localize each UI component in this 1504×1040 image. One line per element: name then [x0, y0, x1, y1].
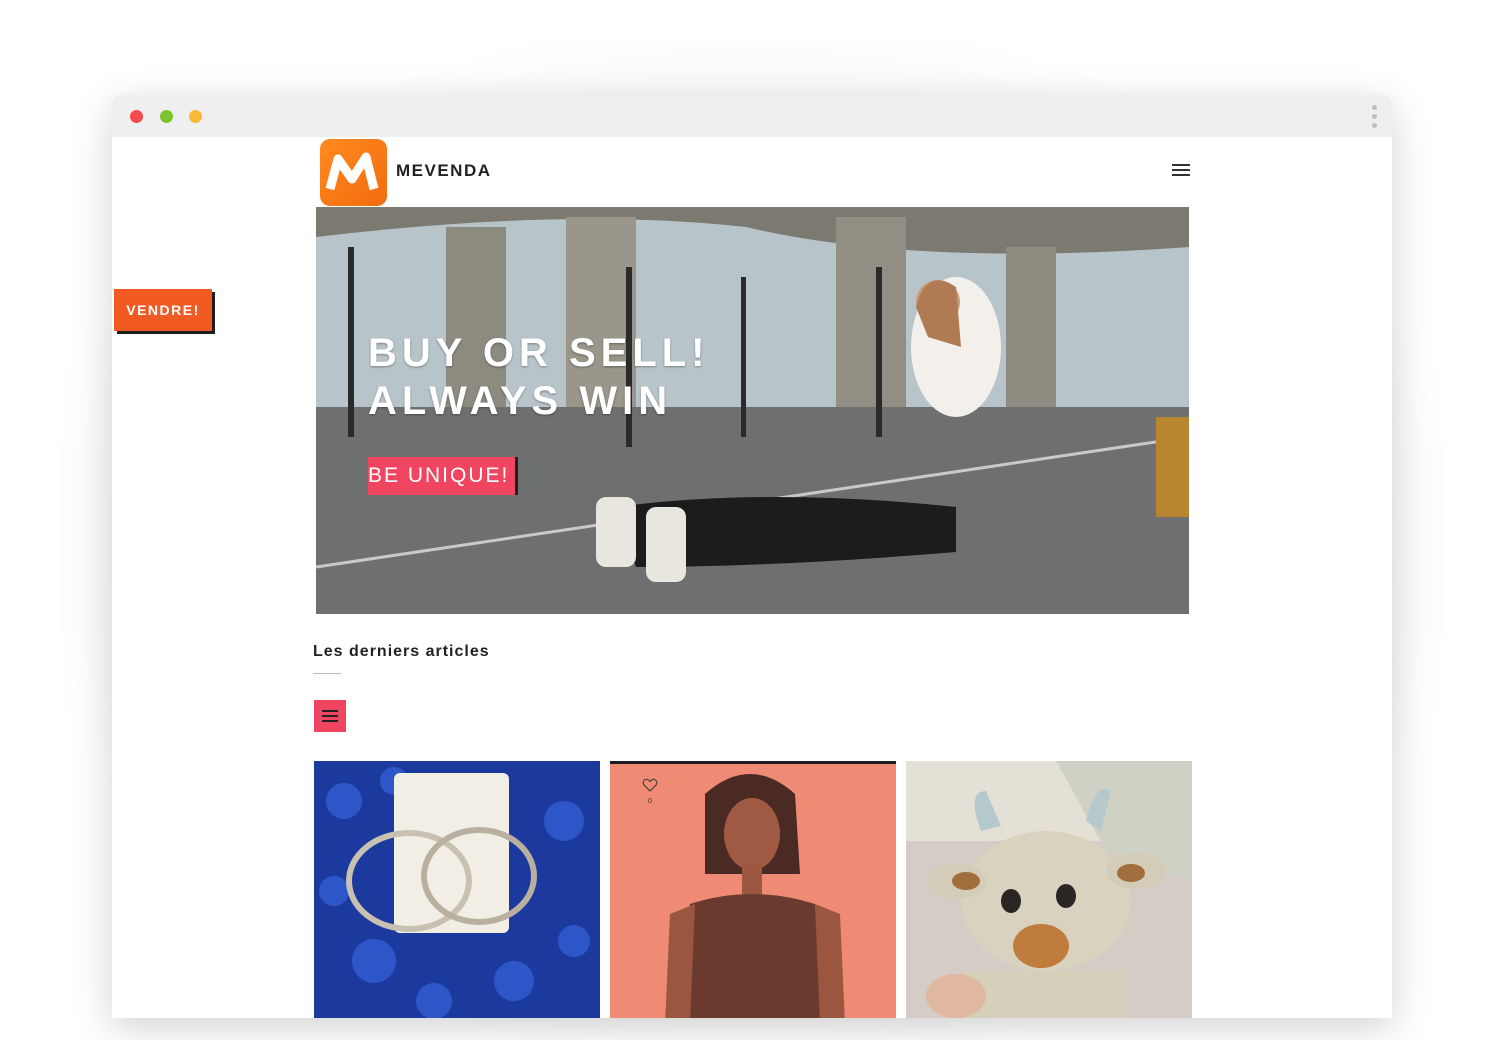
product-image-crochet-toy: [906, 761, 1192, 1018]
list-filter-button[interactable]: [314, 700, 346, 732]
hero-title-line2: ALWAYS WIN: [368, 379, 673, 423]
favorite-count: 0: [648, 798, 652, 805]
hero-cta-button[interactable]: BE UNIQUE!: [368, 457, 519, 495]
brand-name[interactable]: MEVENDA: [396, 161, 492, 181]
heart-icon[interactable]: [642, 778, 658, 792]
product-card[interactable]: [906, 761, 1192, 1018]
browser-menu-icon[interactable]: [1372, 105, 1378, 131]
hero-banner: BUY OR SELL! ALWAYS WIN BE UNIQUE!: [316, 207, 1189, 614]
minimize-dot[interactable]: [189, 110, 202, 123]
sell-button[interactable]: VENDRE!: [114, 289, 212, 331]
hamburger-icon[interactable]: [1172, 164, 1190, 176]
browser-window: MEVENDA VENDRE! BUY OR SELL! ALWAYS WIN …: [112, 95, 1392, 1018]
browser-titlebar: [112, 95, 1392, 137]
product-card[interactable]: [314, 761, 600, 1018]
product-card[interactable]: 0: [610, 761, 896, 1018]
hero-title: BUY OR SELL! ALWAYS WIN: [368, 329, 710, 425]
page-content: MEVENDA VENDRE! BUY OR SELL! ALWAYS WIN …: [112, 137, 1392, 1018]
product-image-earrings: [314, 761, 600, 1018]
maximize-dot[interactable]: [160, 110, 173, 123]
section-divider: [313, 673, 341, 674]
brand-logo[interactable]: [320, 139, 387, 206]
section-title: Les derniers articles: [313, 643, 490, 660]
hero-title-line1: BUY OR SELL!: [368, 331, 710, 375]
product-image-dress: [610, 764, 896, 1018]
close-dot[interactable]: [130, 110, 143, 123]
